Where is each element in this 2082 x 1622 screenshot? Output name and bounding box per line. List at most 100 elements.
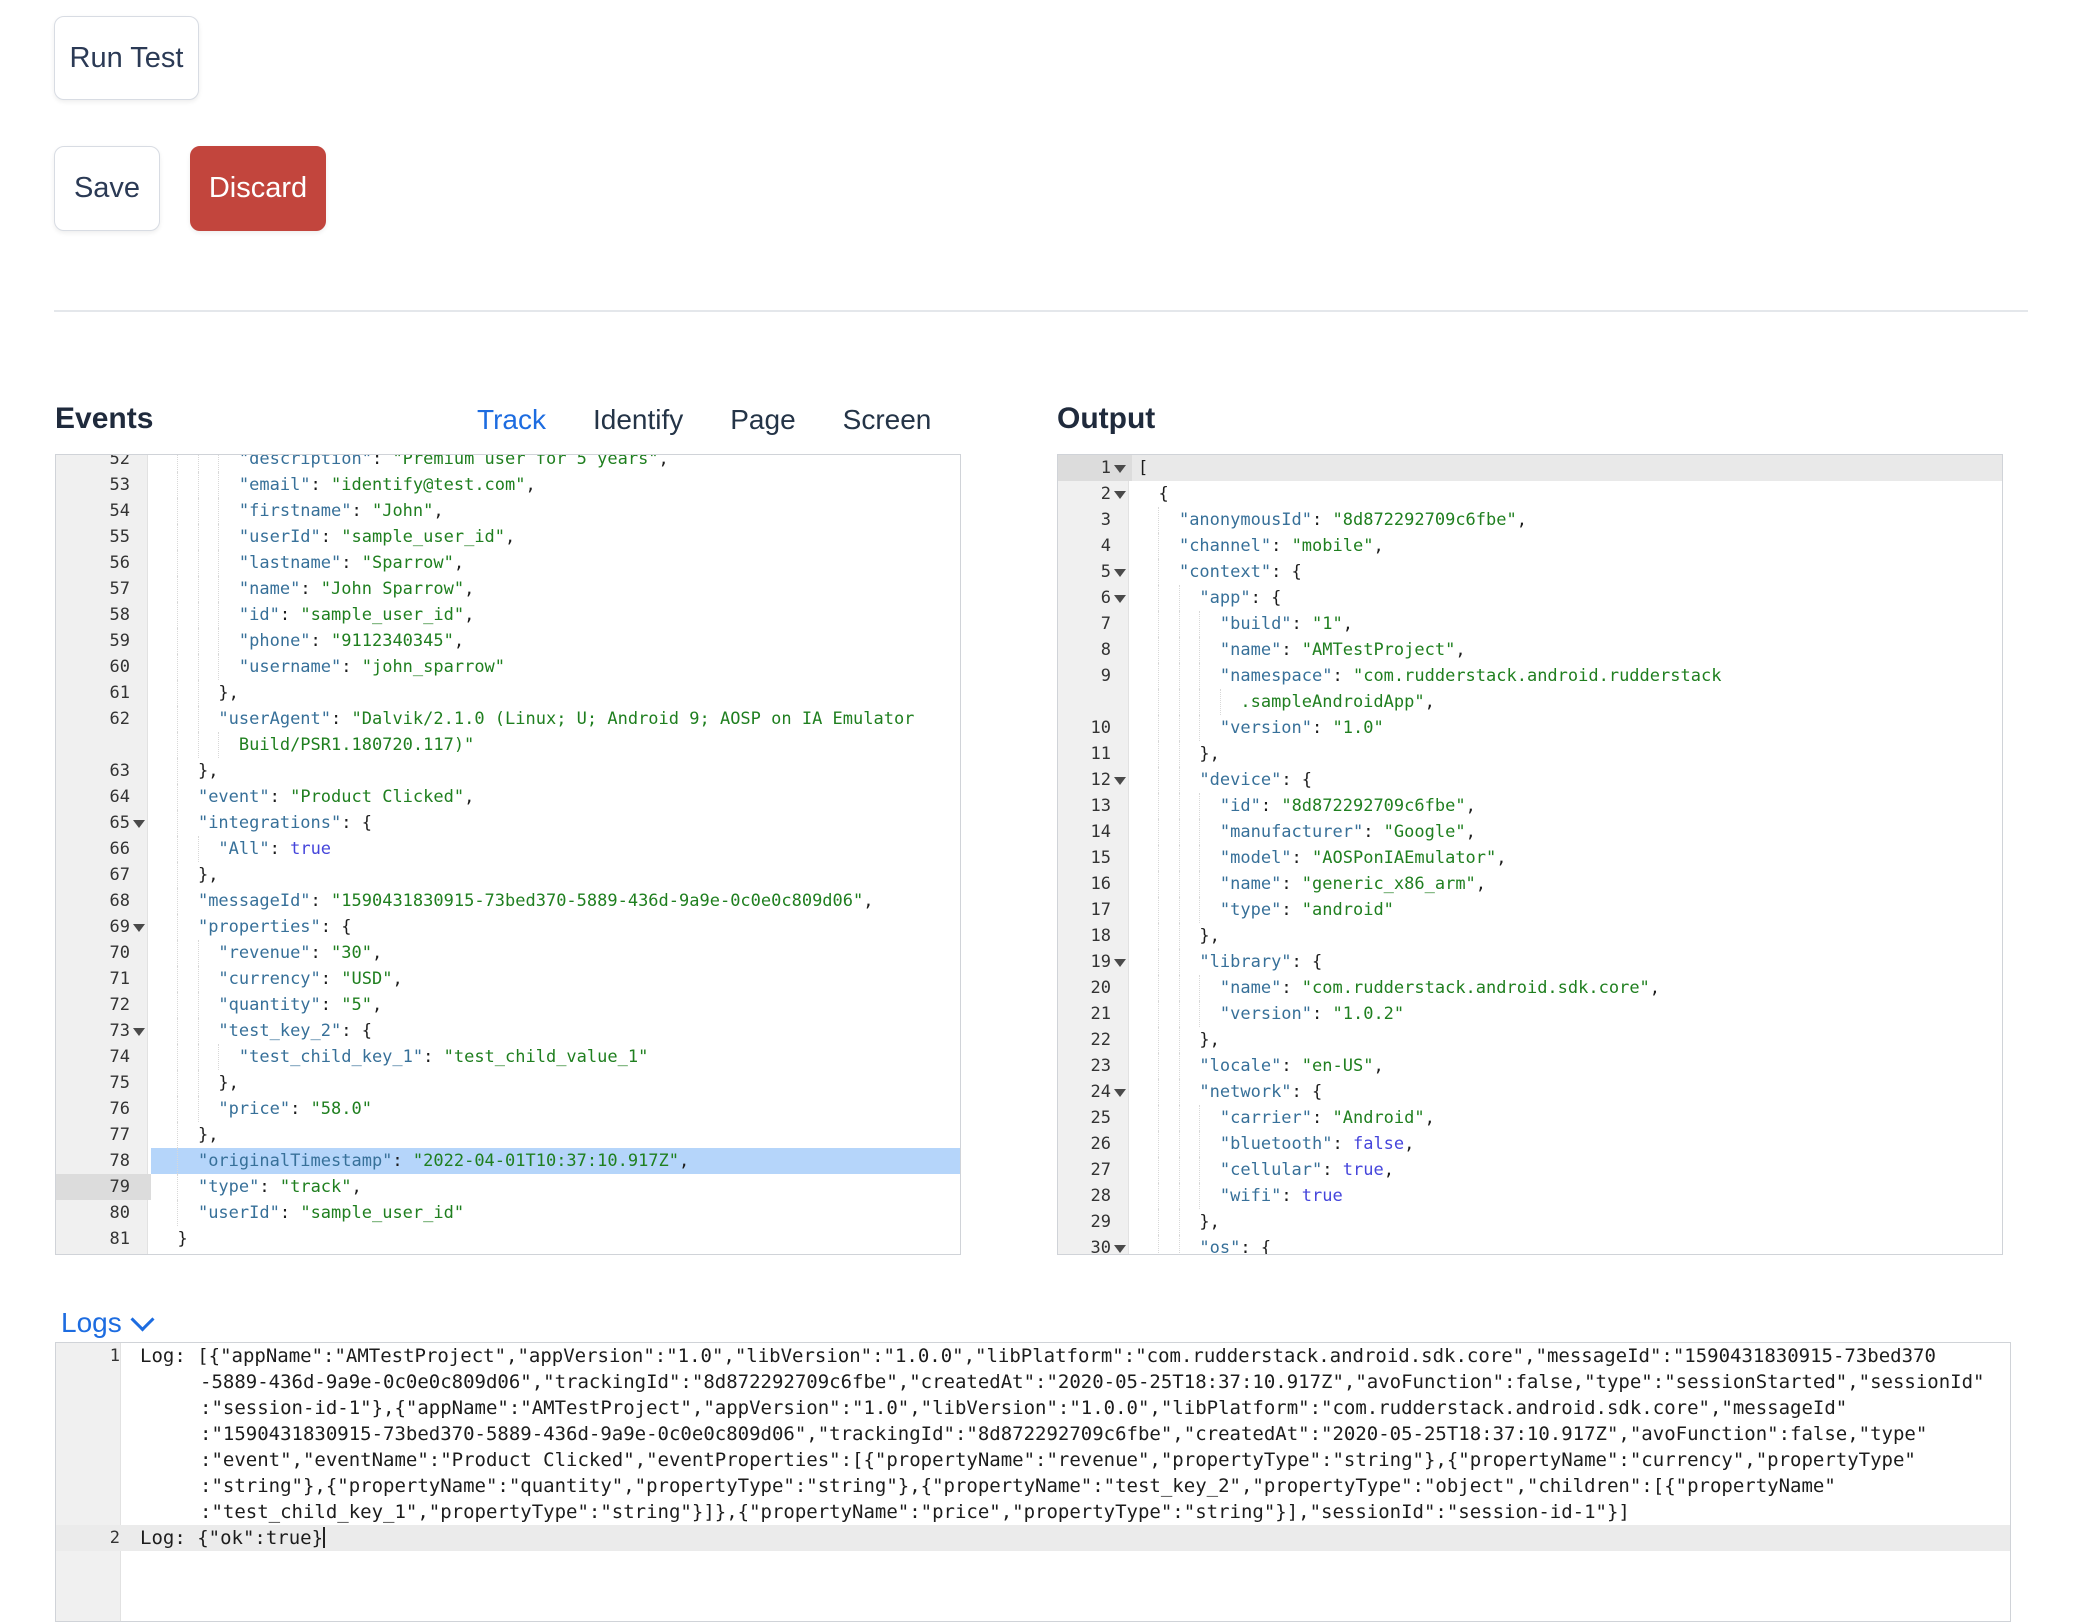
line-number: 74 [110, 1044, 130, 1070]
line-number-cell: 53 [56, 472, 151, 498]
line-number-cell: 7 [1058, 611, 1132, 637]
line-number: 60 [110, 654, 130, 680]
run-test-button[interactable]: Run Test [54, 16, 199, 100]
log-line-number-cell [56, 1499, 134, 1525]
line-number: 82 [110, 1252, 130, 1255]
log-line-number-cell: 2 [56, 1525, 134, 1551]
fold-arrow-icon[interactable] [1114, 569, 1126, 583]
fold-arrow-icon[interactable] [1114, 491, 1126, 505]
fold-arrow-icon[interactable] [1114, 959, 1126, 973]
line-number-cell: 59 [56, 628, 151, 654]
code-line: 23 "locale": "en-US", [1058, 1053, 2002, 1079]
line-number-cell: 23 [1058, 1053, 1132, 1079]
line-number-cell: 17 [1058, 897, 1132, 923]
line-number-cell: 82 [56, 1252, 151, 1255]
tab-screen[interactable]: Screen [843, 404, 932, 436]
logs-output-box[interactable]: 1Log: [{"appName":"AMTestProject","appVe… [55, 1342, 2011, 1622]
code-line-text: Build/PSR1.180720.117)" [151, 732, 960, 758]
log-line: :"1590431830915-73bed370-5889-436d-9a9e-… [56, 1421, 2010, 1447]
events-json-rows: 52 "description": "Premium user for 5 ye… [56, 454, 960, 1255]
fold-arrow-icon[interactable] [1114, 777, 1126, 791]
line-number-cell [56, 732, 151, 758]
code-line-text: "carrier": "Android", [1132, 1105, 2002, 1131]
line-number: 29 [1091, 1209, 1111, 1235]
code-line: 64 "event": "Product Clicked", [56, 784, 960, 810]
line-number: 21 [1091, 1001, 1111, 1027]
line-number-cell: 5 [1058, 559, 1132, 585]
tab-identify[interactable]: Identify [593, 404, 683, 436]
code-line-text: }, [1132, 923, 2002, 949]
code-line-text: "context": { [1132, 559, 2002, 585]
discard-button[interactable]: Discard [190, 146, 326, 231]
line-number-cell: 76 [56, 1096, 151, 1122]
code-line-text: "integrations": { [151, 810, 960, 836]
code-line-text: "manufacturer": "Google", [1132, 819, 2002, 845]
line-number: 1 [1101, 455, 1111, 481]
code-line: 28 "wifi": true [1058, 1183, 2002, 1209]
line-number: 16 [1091, 871, 1111, 897]
fold-arrow-icon[interactable] [133, 1028, 145, 1042]
logs-toggle[interactable]: Logs [55, 1306, 157, 1340]
code-line-text: }, [151, 680, 960, 706]
line-number-cell: 16 [1058, 871, 1132, 897]
save-button[interactable]: Save [54, 146, 160, 231]
code-line: 62 "userAgent": "Dalvik/2.1.0 (Linux; U;… [56, 706, 960, 732]
tab-track[interactable]: Track [477, 404, 546, 436]
code-line-text: }, [151, 758, 960, 784]
line-number-cell: 57 [56, 576, 151, 602]
event-type-tabs: Track Identify Page Screen [477, 404, 931, 436]
line-number: 67 [110, 862, 130, 888]
code-line: 78 "originalTimestamp": "2022-04-01T10:3… [56, 1148, 960, 1174]
code-line: 61 }, [56, 680, 960, 706]
line-number-cell: 74 [56, 1044, 151, 1070]
code-line: 76 "price": "58.0" [56, 1096, 960, 1122]
line-number-cell: 8 [1058, 637, 1132, 663]
log-line-number-cell [56, 1421, 134, 1447]
code-line: 10 "version": "1.0" [1058, 715, 2002, 741]
code-line-text: "namespace": "com.rudderstack.android.ru… [1132, 663, 2002, 689]
line-number-cell: 64 [56, 784, 151, 810]
line-number: 28 [1091, 1183, 1111, 1209]
output-json-editor[interactable]: 1[2 {3 "anonymousId": "8d872292709c6fbe"… [1057, 454, 2003, 1255]
code-line-text: } [151, 1226, 960, 1252]
log-line: :"event","eventName":"Product Clicked","… [56, 1447, 2010, 1473]
fold-arrow-icon[interactable] [1114, 465, 1126, 479]
log-line-number-cell [56, 1395, 134, 1421]
line-number-cell: 71 [56, 966, 151, 992]
fold-arrow-icon[interactable] [1114, 595, 1126, 609]
fold-arrow-icon[interactable] [133, 820, 145, 834]
line-number: 63 [110, 758, 130, 784]
line-number-cell: 1 [1058, 455, 1132, 481]
code-line: 27 "cellular": true, [1058, 1157, 2002, 1183]
fold-arrow-icon[interactable] [1114, 1245, 1126, 1256]
code-line-text: "id": "8d872292709c6fbe", [1132, 793, 2002, 819]
line-number: 57 [110, 576, 130, 602]
code-line-text: "wifi": true [1132, 1183, 2002, 1209]
line-number-cell: 60 [56, 654, 151, 680]
log-line-number-cell [56, 1447, 134, 1473]
log-line-text: Log: {"ok":true} [134, 1525, 2010, 1551]
fold-arrow-icon[interactable] [1114, 1089, 1126, 1103]
tab-page[interactable]: Page [730, 404, 795, 436]
fold-arrow-icon[interactable] [133, 924, 145, 938]
events-json-editor[interactable]: 52 "description": "Premium user for 5 ye… [55, 454, 961, 1255]
code-line-text: "app": { [1132, 585, 2002, 611]
log-line-text: :"event","eventName":"Product Clicked","… [134, 1447, 2010, 1473]
line-number: 56 [110, 550, 130, 576]
code-line: 53 "email": "identify@test.com", [56, 472, 960, 498]
line-number: 69 [110, 914, 130, 940]
line-number-cell: 69 [56, 914, 151, 940]
line-number-cell: 27 [1058, 1157, 1132, 1183]
code-line-text: "properties": { [151, 914, 960, 940]
line-number: 30 [1091, 1235, 1111, 1255]
code-line-text: "test_key_2": { [151, 1018, 960, 1044]
code-line: 67 }, [56, 862, 960, 888]
log-line: 2Log: {"ok":true} [56, 1525, 2010, 1551]
code-line-text: { [1132, 481, 2002, 507]
line-number: 58 [110, 602, 130, 628]
code-line-text: "currency": "USD", [151, 966, 960, 992]
code-line-text: "description": "Premium user for 5 years… [151, 454, 960, 472]
logs-label-text: Logs [61, 1307, 122, 1339]
code-line-text: "lastname": "Sparrow", [151, 550, 960, 576]
code-line: 82] [56, 1252, 960, 1255]
